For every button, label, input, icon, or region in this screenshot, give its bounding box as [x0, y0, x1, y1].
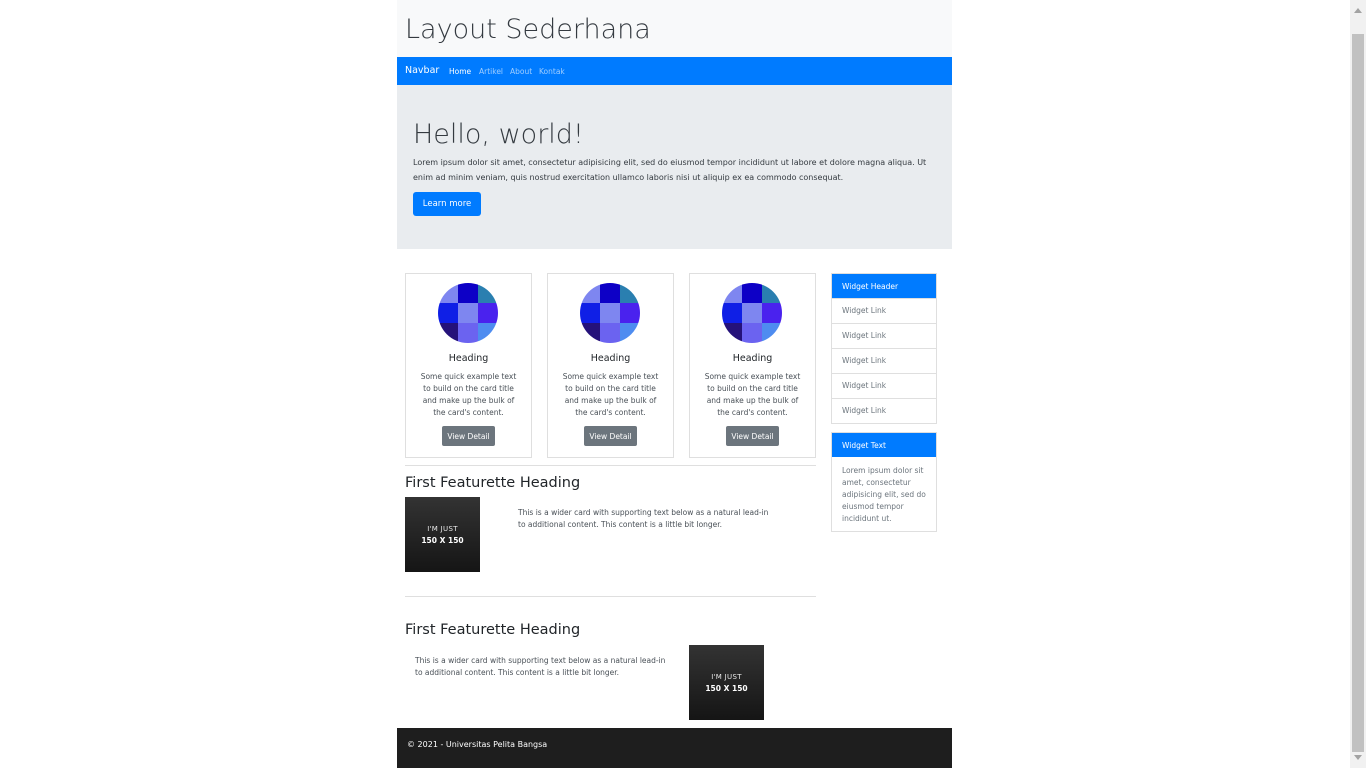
- image-tile: [620, 283, 640, 303]
- nav-link-kontak[interactable]: Kontak: [539, 67, 565, 76]
- image-tile: [438, 323, 458, 343]
- image-caption-line-1: I'M JUST: [711, 672, 742, 681]
- vertical-scrollbar[interactable]: [1350, 0, 1366, 768]
- image-caption-line-2: 150 X 150: [421, 535, 464, 545]
- card-text: Some quick example text to build on the …: [562, 372, 659, 417]
- footer-text: © 2021 - Universitas Pelita Bangsa: [407, 740, 548, 749]
- widget-link[interactable]: Widget Link: [832, 373, 936, 398]
- image-tile: [742, 303, 762, 323]
- image-tile: [478, 323, 498, 343]
- card: Heading Some quick example text to build…: [405, 273, 532, 458]
- site-header: Layout Sederhana: [397, 0, 952, 57]
- image-tile: [458, 283, 478, 303]
- card-image: [438, 283, 498, 343]
- image-tile: [438, 283, 458, 303]
- jumbotron-title: Hello, world!: [413, 119, 584, 150]
- view-detail-button[interactable]: View Detail: [726, 426, 779, 446]
- image-tile: [580, 303, 600, 323]
- image-tile: [762, 283, 782, 303]
- widget-header: Widget Header: [832, 274, 936, 298]
- widget-text: Widget Text Lorem ipsum dolor sit amet, …: [831, 432, 937, 532]
- featurette-heading: First Featurette Heading: [405, 622, 581, 638]
- widget-link[interactable]: Widget Link: [832, 298, 936, 323]
- image-tile: [478, 303, 498, 323]
- featurette-image: I'M JUST 150 X 150: [405, 497, 480, 572]
- scroll-down-icon[interactable]: [1354, 755, 1362, 760]
- site-title: Layout Sederhana: [405, 14, 651, 45]
- featurette-text: This is a wider card with supporting tex…: [518, 508, 769, 529]
- image-caption-line-2: 150 X 150: [705, 683, 748, 693]
- image-tile: [458, 303, 478, 323]
- widget-text-header: Widget Text: [832, 433, 936, 457]
- image-tile: [580, 323, 600, 343]
- divider: [405, 596, 816, 597]
- learn-more-button[interactable]: Learn more: [413, 192, 481, 216]
- card-image: [722, 283, 782, 343]
- image-tile: [722, 303, 742, 323]
- divider: [405, 465, 816, 466]
- widget-text-body: Lorem ipsum dolor sit amet, consectetur …: [842, 466, 926, 523]
- scrollbar-thumb[interactable]: [1352, 34, 1364, 752]
- card-text: Some quick example text to build on the …: [420, 372, 517, 417]
- footer: © 2021 - Universitas Pelita Bangsa: [397, 728, 952, 768]
- image-tile: [600, 283, 620, 303]
- view-detail-button[interactable]: View Detail: [584, 426, 637, 446]
- nav-link-about[interactable]: About: [510, 67, 532, 76]
- image-tile: [600, 303, 620, 323]
- nav-link-home[interactable]: Home: [449, 67, 471, 76]
- card-title: Heading: [590, 353, 631, 364]
- jumbotron: Hello, world! Lorem ipsum dolor sit amet…: [397, 85, 952, 249]
- widget-link[interactable]: Widget Link: [832, 323, 936, 348]
- image-tile: [438, 303, 458, 323]
- image-caption-line-1: I'M JUST: [427, 524, 458, 533]
- image-tile: [458, 323, 478, 343]
- card-title: Heading: [448, 353, 489, 364]
- card-image: [580, 283, 640, 343]
- page-container: Layout Sederhana Navbar Home Artikel Abo…: [397, 0, 952, 768]
- image-tile: [620, 303, 640, 323]
- navbar: Navbar Home Artikel About Kontak: [397, 57, 952, 85]
- image-tile: [742, 283, 762, 303]
- image-tile: [762, 323, 782, 343]
- image-tile: [600, 323, 620, 343]
- featurette-image: I'M JUST 150 X 150: [689, 645, 764, 720]
- image-tile: [742, 323, 762, 343]
- card-title: Heading: [732, 353, 773, 364]
- widget-link[interactable]: Widget Link: [832, 348, 936, 373]
- image-tile: [722, 323, 742, 343]
- image-tile: [722, 283, 742, 303]
- featurette-heading: First Featurette Heading: [405, 475, 581, 491]
- image-tile: [620, 323, 640, 343]
- card: Heading Some quick example text to build…: [547, 273, 674, 458]
- scroll-up-icon[interactable]: [1354, 8, 1362, 13]
- card-text: Some quick example text to build on the …: [704, 372, 801, 417]
- image-tile: [580, 283, 600, 303]
- view-detail-button[interactable]: View Detail: [442, 426, 495, 446]
- image-tile: [478, 283, 498, 303]
- card: Heading Some quick example text to build…: [689, 273, 816, 458]
- navbar-brand[interactable]: Navbar: [405, 65, 439, 76]
- image-tile: [762, 303, 782, 323]
- nav-link-artikel[interactable]: Artikel: [479, 67, 503, 76]
- featurette-text: This is a wider card with supporting tex…: [415, 656, 666, 677]
- widget-links: Widget Header Widget Link Widget Link Wi…: [831, 273, 937, 424]
- jumbotron-text: Lorem ipsum dolor sit amet, consectetur …: [413, 158, 927, 182]
- widget-link[interactable]: Widget Link: [832, 398, 936, 423]
